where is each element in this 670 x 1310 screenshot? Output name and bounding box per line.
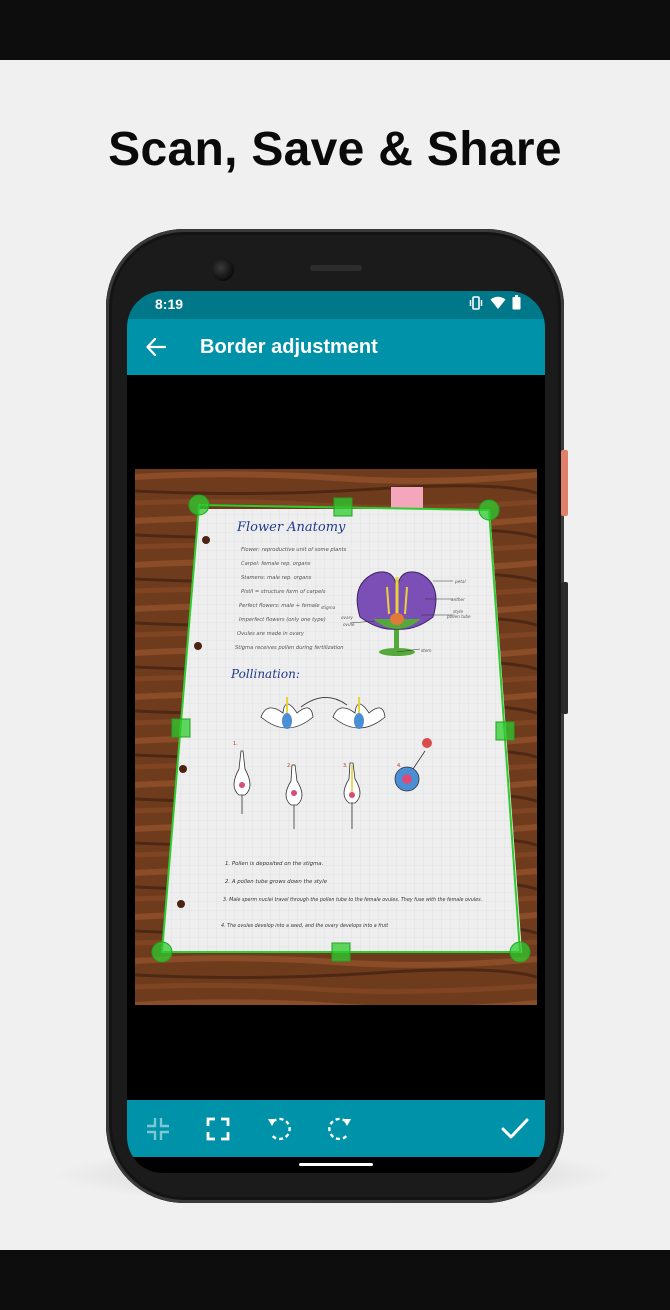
crop-handle-top[interactable] [333,497,353,517]
battery-icon [512,295,521,315]
promo-title: Scan, Save & Share [108,123,562,176]
ovule-dot [239,782,245,788]
fullscreen-button[interactable] [201,1112,235,1146]
volume-button [561,582,568,714]
front-camera [212,259,234,281]
collapse-icon [147,1118,169,1140]
power-button [561,450,568,516]
check-icon [501,1118,529,1139]
top-band [0,0,670,60]
rotate-right-icon [328,1117,351,1141]
crop-handle-left[interactable] [171,718,191,738]
crop-handle-top-right[interactable] [478,499,500,521]
phone-screen: 8:19 Border adjustment Flower Anatomy Fl… [127,291,545,1173]
doc-list-item: Pistil = structure form of carpels [241,589,326,595]
doc-list-item: Perfect flowers: male + female [239,603,320,609]
step-marker: 4. [397,763,402,769]
crop-handle-bottom-right[interactable] [509,941,531,963]
bottom-band [0,1250,670,1310]
paper-sheet [162,509,522,953]
rotate-left-icon [268,1117,291,1141]
fullscreen-icon [206,1117,230,1141]
step-marker: 3. [343,763,348,769]
status-icons [468,295,521,315]
ovule-dot [349,792,355,798]
diagram-label: pollen tube [446,614,471,619]
rotate-right-button[interactable] [323,1112,357,1146]
diagram-label: stigma [321,605,336,610]
collapse-button[interactable] [141,1112,175,1146]
home-indicator[interactable] [299,1163,373,1166]
diagram-label: stem [421,648,431,653]
diagram-label: ovule [343,622,355,627]
crop-handle-bottom-left[interactable] [151,941,173,963]
doc-step: 2. A pollen tube grows down the style [225,879,328,885]
gesture-nav-bar [127,1157,545,1173]
binder-hole [202,536,210,544]
crop-handle-bottom[interactable] [331,942,351,962]
diagram-label: anther [451,597,465,602]
doc-heading: Flower Anatomy [236,520,346,535]
earpiece-speaker [310,265,362,271]
confirm-button[interactable] [498,1112,532,1146]
arrow-left-icon [146,338,166,356]
step-marker: 1. [233,741,238,747]
step-marker: 2. [287,763,292,769]
doc-step: 1. Pollen is deposited on the stigma. [225,861,323,867]
diagram-label: ovary [341,615,353,620]
status-bar: 8:19 [127,291,545,319]
crop-handle-top-left[interactable] [188,494,210,516]
status-time: 8:19 [155,296,184,312]
document-photo: Flower Anatomy Flower: reproductive unit… [135,469,537,1005]
diagram-label: petal [454,579,466,584]
app-bar: Border adjustment [127,319,545,375]
binder-hole [177,900,185,908]
doc-list-item: Stamens: male rep. organs [241,575,312,581]
wifi-icon [490,296,506,315]
doc-step: 4. The ovules develop into a seed, and t… [221,923,389,929]
bottom-toolbar [127,1100,545,1157]
sticky-note [391,487,423,509]
doc-list-item: Imperfect flowers (only one type) [239,617,326,623]
crop-handle-right[interactable] [495,721,515,741]
doc-list-item: Stigma receives pollen during fertilizat… [235,645,344,651]
doc-list-item: Carpel: female rep. organs [241,561,311,567]
binder-hole [179,765,187,773]
rotate-left-button[interactable] [262,1112,296,1146]
ovule-dot [291,790,297,796]
doc-list-item: Ovules are made in ovary [237,631,305,637]
app-bar-title: Border adjustment [200,336,378,358]
doc-step: 3. Male sperm nuclei travel through the … [223,897,482,903]
vibrate-icon [468,295,484,315]
binder-hole [194,642,202,650]
doc-list-item: Flower: reproductive unit of some plants [241,547,347,553]
doc-section-title: Pollination: [230,667,300,681]
back-button[interactable] [141,332,171,362]
